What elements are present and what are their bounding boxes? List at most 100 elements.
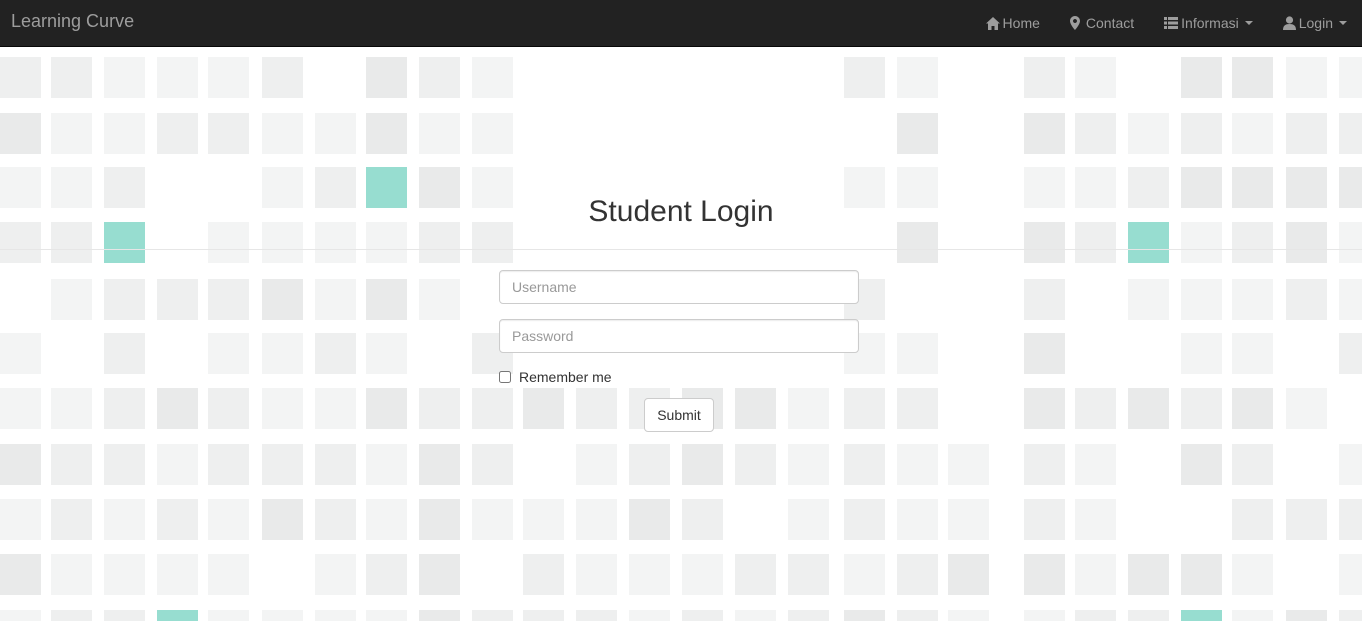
background-tile <box>51 444 92 485</box>
background-tile <box>735 444 776 485</box>
background-tile <box>682 444 723 485</box>
nav-login[interactable]: Login <box>1268 0 1362 46</box>
background-tile <box>629 499 670 540</box>
background-tile <box>897 57 938 98</box>
background-tile <box>629 444 670 485</box>
background-tile <box>1128 279 1169 320</box>
background-tile <box>1232 113 1273 154</box>
background-tile <box>897 610 938 621</box>
background-tile <box>1024 499 1065 540</box>
background-tile <box>262 279 303 320</box>
background-tile <box>576 554 617 595</box>
submit-button[interactable]: Submit <box>644 398 714 432</box>
background-tile <box>844 499 885 540</box>
nav-informasi[interactable]: Informasi <box>1149 0 1268 46</box>
background-tile <box>51 499 92 540</box>
background-tile <box>1075 57 1116 98</box>
background-tile <box>788 499 829 540</box>
password-input[interactable] <box>499 319 859 353</box>
brand-link[interactable]: Learning Curve <box>11 12 134 30</box>
background-tile <box>1286 113 1327 154</box>
page-title: Student Login <box>588 195 774 228</box>
background-tile <box>157 388 198 429</box>
background-tile <box>788 444 829 485</box>
background-tile <box>104 499 145 540</box>
background-tile <box>208 333 249 374</box>
background-tile <box>0 333 41 374</box>
nav-home[interactable]: Home <box>971 0 1055 46</box>
background-tile <box>1024 610 1065 621</box>
background-tile <box>1024 554 1065 595</box>
background-tile <box>1075 388 1116 429</box>
background-tile <box>1339 113 1362 154</box>
nav-links: Home Contact Informasi Login <box>971 0 1362 46</box>
background-tile <box>948 444 989 485</box>
background-tile <box>897 113 938 154</box>
background-tile <box>1075 113 1116 154</box>
username-input[interactable] <box>499 270 859 304</box>
background-tile <box>157 444 198 485</box>
background-tile <box>419 388 460 429</box>
background-tile <box>157 610 198 621</box>
remember-me-label: Remember me <box>519 369 612 385</box>
background-tile <box>788 610 829 621</box>
background-tile <box>208 610 249 621</box>
background-tile <box>419 610 460 621</box>
background-tile <box>104 610 145 621</box>
nav-contact[interactable]: Contact <box>1055 0 1149 46</box>
background-tile <box>1232 444 1273 485</box>
background-tile <box>0 610 41 621</box>
background-tile <box>0 57 41 98</box>
background-tile <box>1024 444 1065 485</box>
background-tile <box>1024 57 1065 98</box>
background-tile <box>366 113 407 154</box>
background-tile <box>262 113 303 154</box>
background-tile <box>315 444 356 485</box>
background-tile <box>472 610 513 621</box>
background-tile <box>1286 388 1327 429</box>
background-tile <box>1128 554 1169 595</box>
background-tile <box>157 499 198 540</box>
background-tile <box>104 113 145 154</box>
background-tile <box>208 444 249 485</box>
background-tile <box>262 499 303 540</box>
background-tile <box>104 388 145 429</box>
background-tile <box>844 554 885 595</box>
navbar: Learning Curve Home Contact Informasi Lo… <box>0 0 1362 47</box>
background-tile <box>1075 554 1116 595</box>
background-tile <box>0 554 41 595</box>
background-tile <box>1339 610 1362 621</box>
background-tile <box>523 554 564 595</box>
background-tile <box>262 388 303 429</box>
background-tile <box>948 610 989 621</box>
background-tile <box>51 279 92 320</box>
background-tile <box>1232 333 1273 374</box>
background-tile <box>208 554 249 595</box>
background-tile <box>315 610 356 621</box>
background-tile <box>366 499 407 540</box>
background-tile <box>523 388 564 429</box>
background-tile <box>682 610 723 621</box>
background-tile <box>576 499 617 540</box>
background-tile <box>1232 279 1273 320</box>
background-tile <box>682 554 723 595</box>
background-tile <box>1339 57 1362 98</box>
background-tile <box>1339 554 1362 595</box>
remember-me[interactable]: Remember me <box>499 369 612 385</box>
background-tile <box>788 554 829 595</box>
background-tile <box>1339 499 1362 540</box>
background-tile <box>682 499 723 540</box>
background-tile <box>104 554 145 595</box>
background-tile <box>366 610 407 621</box>
background-tile <box>576 610 617 621</box>
home-icon <box>985 16 1000 30</box>
background-tile <box>157 279 198 320</box>
background-tile <box>576 388 617 429</box>
remember-me-checkbox[interactable] <box>499 371 511 383</box>
background-tile <box>157 57 198 98</box>
background-tile <box>1181 279 1222 320</box>
background-tile <box>788 388 829 429</box>
background-tile <box>208 113 249 154</box>
background-tile <box>844 57 885 98</box>
background-tile <box>1024 279 1065 320</box>
